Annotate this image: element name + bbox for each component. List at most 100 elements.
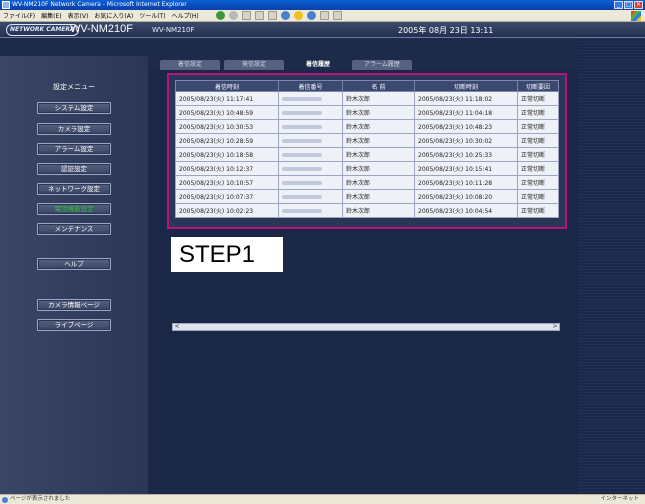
table-cell (278, 91, 343, 106)
sidebar-item-camera-info[interactable]: カメラ情報ページ (37, 299, 111, 311)
menu-help[interactable]: ヘルプ(H) (169, 11, 202, 20)
close-icon[interactable]: × (634, 1, 643, 9)
table-cell: 正常切断 (517, 147, 559, 162)
menu-favorites[interactable]: お気に入り(A) (91, 11, 136, 20)
favorites-icon[interactable] (293, 11, 303, 20)
table-row: 2005/08/23(火) 10:30:53 鈴木次郎 2005/08/23(火) … (175, 119, 559, 134)
sidebar (0, 56, 148, 494)
network-camera-logo: NETWORK CAMERA (6, 24, 79, 36)
table-cell (278, 175, 343, 190)
table-cell: 2005/08/23(火) 10:48:23 (414, 119, 518, 134)
table-cell: 正常切断 (517, 119, 559, 134)
window-controls: _ □ × (614, 1, 643, 9)
tab-incoming-settings[interactable]: 着信設定 (160, 60, 220, 70)
table-cell: 正常切断 (517, 133, 559, 148)
sidebar-item-network[interactable]: ネットワーク設定 (37, 183, 111, 195)
menu-edit[interactable]: 編集(E) (38, 11, 64, 20)
table-cell: 2005/08/23(火) 10:07:37 (175, 189, 279, 204)
table-cell: 2005/08/23(火) 10:10:57 (175, 175, 279, 190)
table-cell: 鈴木次郎 (342, 147, 415, 162)
history-table: 着信時刻 着信番号 名 前 切断時刻 切断要因 2005/08/23(火) 11… (175, 80, 559, 218)
history-table-frame: 着信時刻 着信番号 名 前 切断時刻 切断要因 2005/08/23(火) 11… (167, 73, 567, 229)
col-name: 名 前 (342, 80, 415, 92)
table-cell: 2005/08/23(火) 11:17:41 (175, 91, 279, 106)
home-icon[interactable] (267, 11, 277, 20)
table-cell: 鈴木次郎 (342, 203, 415, 218)
table-cell: 鈴木次郎 (342, 91, 415, 106)
menu-tools[interactable]: ツール(T) (136, 11, 168, 20)
stop-icon[interactable] (241, 11, 251, 20)
table-cell: 2005/08/23(火) 10:18:58 (175, 147, 279, 162)
table-cell: 鈴木次郎 (342, 161, 415, 176)
redacted-number (282, 124, 322, 129)
menu-file[interactable]: ファイル(F) (0, 11, 38, 20)
tab-alarm-history[interactable]: アラーム履歴 (352, 60, 412, 70)
redacted-number (282, 180, 322, 185)
table-cell: 2005/08/23(火) 11:18:02 (414, 91, 518, 106)
forward-icon[interactable] (228, 11, 238, 20)
table-cell: 鈴木次郎 (342, 105, 415, 120)
sidebar-item-phone[interactable]: 電話機能設定 (37, 203, 111, 215)
table-cell: 正常切断 (517, 161, 559, 176)
scroll-left-icon[interactable]: < (173, 323, 181, 331)
table-cell: 2005/08/23(火) 11:04:18 (414, 105, 518, 120)
window-titlebar: WV-NM210F Network Camera - Microsoft Int… (0, 0, 645, 10)
sidebar-item-maintenance[interactable]: メンテナンス (37, 223, 111, 235)
menu-view[interactable]: 表示(V) (65, 11, 92, 20)
print-icon[interactable] (332, 11, 342, 20)
table-cell: 2005/08/23(火) 10:08:20 (414, 189, 518, 204)
menu-bar: ファイル(F) 編集(E) 表示(V) お気に入り(A) ツール(T) ヘルプ(… (0, 10, 645, 22)
model-subtitle: WV-NM210F (152, 26, 195, 34)
redacted-number (282, 96, 322, 101)
table-cell: 鈴木次郎 (342, 175, 415, 190)
table-cell (278, 105, 343, 120)
table-row: 2005/08/23(火) 11:17:41 鈴木次郎 2005/08/23(火) … (175, 91, 559, 106)
ie-icon (2, 1, 10, 9)
tab-incoming-history[interactable]: 着信履歴 (288, 60, 348, 70)
table-cell (278, 189, 343, 204)
status-bar: ページが表示されました インターネット (0, 494, 645, 504)
tab-outgoing-settings[interactable]: 発信設定 (224, 60, 284, 70)
table-cell: 2005/08/23(火) 10:28:59 (175, 133, 279, 148)
table-row: 2005/08/23(火) 10:28:59 鈴木次郎 2005/08/23(火) … (175, 133, 559, 148)
security-zone: インターネット (600, 496, 639, 502)
sidebar-item-system[interactable]: システム設定 (37, 102, 111, 114)
back-icon[interactable] (215, 11, 225, 20)
history-icon[interactable] (306, 11, 316, 20)
refresh-icon[interactable] (254, 11, 264, 20)
redacted-number (282, 110, 322, 115)
maximize-icon[interactable]: □ (624, 1, 633, 9)
model-name: WV-NM210F (70, 23, 133, 35)
redacted-number (282, 152, 322, 157)
redacted-number (282, 138, 322, 143)
table-cell: 正常切断 (517, 91, 559, 106)
minimize-icon[interactable]: _ (614, 1, 623, 9)
sidebar-item-camera[interactable]: カメラ設定 (37, 123, 111, 135)
col-disconnect-reason: 切断要因 (517, 80, 559, 92)
table-row: 2005/08/23(火) 10:48:59 鈴木次郎 2005/08/23(火) … (175, 105, 559, 120)
right-panel (578, 38, 645, 494)
table-cell: 2005/08/23(火) 10:15:41 (414, 161, 518, 176)
status-text: ページが表示されました (10, 496, 71, 502)
step-label: STEP1 (171, 237, 283, 272)
sidebar-item-help[interactable]: ヘルプ (37, 258, 111, 270)
table-row: 2005/08/23(火) 10:07:37 鈴木次郎 2005/08/23(火) … (175, 189, 559, 204)
sidebar-item-alarm[interactable]: アラーム設定 (37, 143, 111, 155)
app-header: NETWORK CAMERA WV-NM210F WV-NM210F 2005年… (0, 22, 645, 38)
table-cell: 2005/08/23(火) 10:25:33 (414, 147, 518, 162)
search-icon[interactable] (280, 11, 290, 20)
horizontal-scrollbar[interactable]: < > (172, 323, 560, 331)
sidebar-item-auth[interactable]: 認証設定 (37, 163, 111, 175)
table-row: 2005/08/23(火) 10:02:23 鈴木次郎 2005/08/23(火) … (175, 203, 559, 218)
table-cell: 2005/08/23(火) 10:30:53 (175, 119, 279, 134)
mail-icon[interactable] (319, 11, 329, 20)
table-cell: 正常切断 (517, 105, 559, 120)
window-title: WV-NM210F Network Camera - Microsoft Int… (12, 1, 187, 8)
table-row: 2005/08/23(火) 10:10:57 鈴木次郎 2005/08/23(火) … (175, 175, 559, 190)
sidebar-title: 設定メニュー (53, 83, 95, 91)
datetime-display: 2005年 08月 23日 13:11 (398, 26, 494, 35)
table-cell: 正常切断 (517, 203, 559, 218)
sidebar-item-live[interactable]: ライブページ (37, 319, 111, 331)
table-cell: 2005/08/23(火) 10:11:28 (414, 175, 518, 190)
scroll-right-icon[interactable]: > (551, 323, 559, 331)
